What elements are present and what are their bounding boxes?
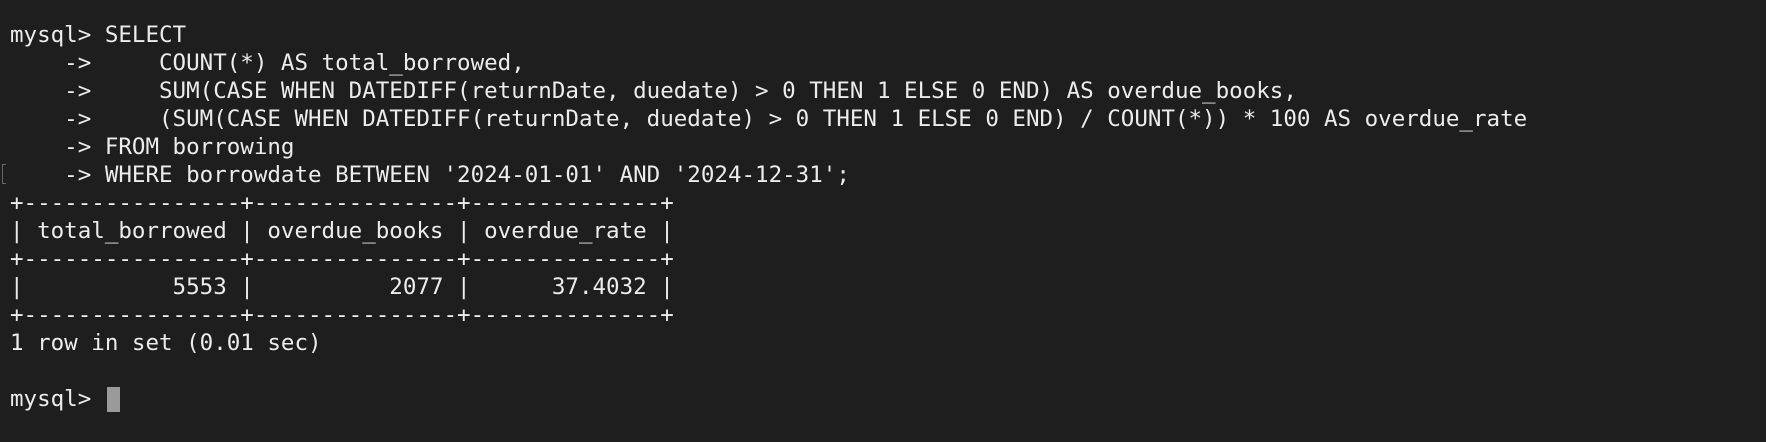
prompt-text: mysql> <box>10 386 105 412</box>
table-data-row: | 5553 | 2077 | 37.4032 | <box>10 274 674 300</box>
query-line: -> SUM(CASE WHEN DATEDIFF(returnDate, du… <box>10 78 1297 104</box>
query-line: -> FROM borrowing <box>10 134 295 160</box>
prompt-line[interactable]: mysql> <box>10 385 1750 413</box>
query-line-text: -> WHERE borrowdate BETWEEN '2024-01-01'… <box>10 162 850 188</box>
query-line: mysql> SELECT <box>10 22 187 48</box>
selection-marker-icon <box>2 164 6 184</box>
query-line: -> COUNT(*) AS total_borrowed, <box>10 50 525 76</box>
text-cursor <box>106 387 120 412</box>
query-line-last: -> WHERE borrowdate BETWEEN '2024-01-01'… <box>2 161 1750 189</box>
table-border-top: +----------------+---------------+------… <box>10 190 674 216</box>
result-table: +----------------+---------------+------… <box>10 189 1750 329</box>
query-line: -> (SUM(CASE WHEN DATEDIFF(returnDate, d… <box>10 106 1528 132</box>
table-header-row: | total_borrowed | overdue_books | overd… <box>10 218 674 244</box>
status-line: 1 row in set (0.01 sec) <box>10 330 322 356</box>
table-border-bottom: +----------------+---------------+------… <box>10 302 674 328</box>
table-border-mid: +----------------+---------------+------… <box>10 246 674 272</box>
terminal-output[interactable]: mysql> SELECT -> COUNT(*) AS total_borro… <box>2 21 1750 413</box>
